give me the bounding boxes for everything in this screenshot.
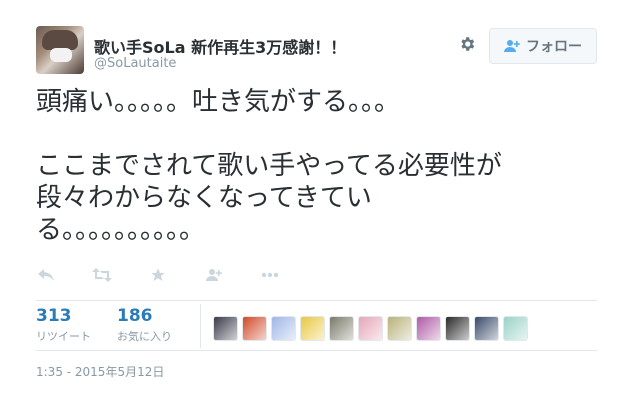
favoriter-avatar[interactable]	[213, 316, 238, 341]
favoriter-avatar[interactable]	[474, 316, 499, 341]
user-handle[interactable]: @SoLautaite	[94, 56, 176, 71]
tweet-timestamp[interactable]: 1:35 - 2015年5月12日	[36, 363, 164, 380]
retweet-icon[interactable]	[92, 265, 112, 285]
favoriter-avatar[interactable]	[300, 316, 325, 341]
favoriter-avatars	[213, 316, 528, 341]
more-icon[interactable]	[260, 265, 280, 285]
follow-button[interactable]: フォロー	[489, 28, 597, 64]
star-icon[interactable]	[148, 265, 168, 285]
user-avatar[interactable]	[36, 26, 84, 74]
reply-icon[interactable]	[36, 265, 56, 285]
follow-icon	[504, 39, 520, 53]
retweet-count: 313	[36, 306, 72, 326]
avatar-mask	[50, 48, 72, 62]
favoriter-avatar[interactable]	[445, 316, 470, 341]
gear-icon[interactable]	[456, 33, 478, 55]
retweet-label: リツイート	[36, 330, 91, 343]
follow-icon[interactable]	[204, 265, 224, 285]
favoriter-avatar[interactable]	[329, 316, 354, 341]
favoriter-avatar[interactable]	[416, 316, 441, 341]
favoriter-avatar[interactable]	[503, 316, 528, 341]
favorite-label: お気に入り	[117, 330, 172, 343]
favoriter-avatar[interactable]	[387, 316, 412, 341]
favoriter-avatar[interactable]	[358, 316, 383, 341]
follow-button-label: フォロー	[526, 39, 582, 55]
tweet-actions	[36, 264, 316, 286]
user-name[interactable]: 歌い手SoLa 新作再生3万感謝！！	[94, 34, 346, 58]
tweet-text: 頭痛い。。。。。吐き気がする。。。 ここまでされて歌い手やってる必要性が 段々わ…	[36, 87, 502, 245]
tweet-card: 歌い手SoLa 新作再生3万感謝！！ @SoLautaite フォロー 頭痛い。…	[0, 0, 634, 407]
divider-bottom	[36, 350, 597, 351]
favorite-count: 186	[117, 306, 153, 326]
favoriter-avatar[interactable]	[271, 316, 296, 341]
stat-divider	[200, 304, 201, 348]
avatar-hair	[42, 30, 78, 50]
favorite-stat[interactable]: 186 お気に入り	[117, 306, 172, 344]
retweet-stat[interactable]: 313 リツイート	[36, 306, 91, 344]
divider-top	[36, 300, 597, 301]
favoriter-avatar[interactable]	[242, 316, 267, 341]
